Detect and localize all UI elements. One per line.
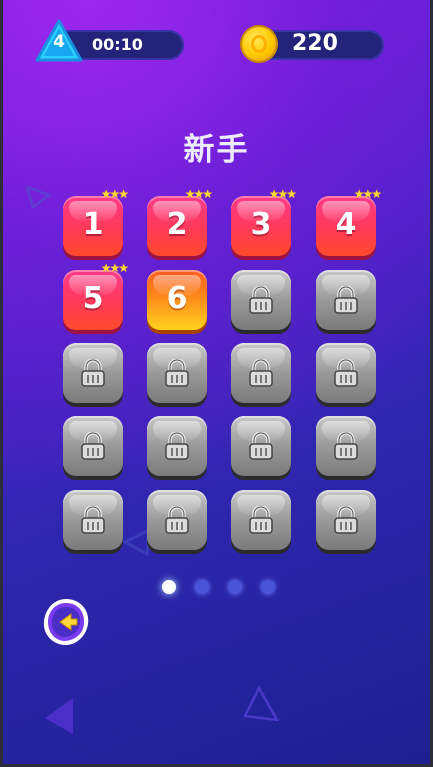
padlock-icon: [334, 506, 358, 534]
level-number-label: 5: [82, 281, 104, 316]
level-tile-5[interactable]: 5 ★★★: [63, 261, 129, 330]
level-tile-12: [316, 343, 376, 403]
timer: 00:10: [92, 35, 143, 54]
padlock-icon: [334, 359, 358, 387]
level-tile-15: [231, 416, 291, 476]
level-tile-7: [231, 270, 291, 330]
coin-count: 220: [292, 31, 338, 56]
level-tile-3[interactable]: 3 ★★★: [231, 187, 297, 256]
level-tile-11: [231, 343, 291, 403]
padlock-icon: [165, 506, 189, 534]
level-tile-4[interactable]: 4 ★★★: [316, 187, 382, 256]
star-rating-icon: ★★★: [353, 187, 382, 201]
level-tile-1[interactable]: 1 ★★★: [63, 187, 129, 256]
level-tile-10: [147, 343, 207, 403]
padlock-icon: [81, 432, 105, 460]
page-dot-2[interactable]: [195, 580, 209, 594]
level-tile-9: [63, 343, 123, 403]
padlock-icon: [81, 506, 105, 534]
level-tile-14: [147, 416, 207, 476]
level-tile-17: [63, 490, 123, 550]
level-number-label: 4: [335, 207, 357, 242]
decor-triangle-icon: [45, 698, 73, 734]
back-button[interactable]: [40, 596, 92, 648]
padlock-icon: [249, 359, 273, 387]
padlock-icon: [81, 359, 105, 387]
star-rating-icon: ★★★: [184, 187, 213, 201]
padlock-icon: [249, 286, 273, 314]
level-number-label: 6: [166, 281, 188, 316]
star-rating-icon: ★★★: [100, 187, 129, 201]
level-number-label: 1: [82, 207, 104, 242]
padlock-icon: [249, 506, 273, 534]
level-tile-2[interactable]: 2 ★★★: [147, 187, 213, 256]
page-dot-3[interactable]: [228, 580, 242, 594]
level-number-label: 3: [250, 207, 272, 242]
coin-icon: [242, 27, 276, 61]
padlock-icon: [334, 286, 358, 314]
page-dot-4[interactable]: [261, 580, 275, 594]
star-rating-icon: ★★★: [100, 261, 129, 275]
level-tile-13: [63, 416, 123, 476]
decor-triangle-icon: [25, 185, 51, 210]
level-tile-18: [147, 490, 207, 550]
padlock-icon: [334, 432, 358, 460]
level-number: 4: [53, 32, 65, 52]
padlock-icon: [249, 432, 273, 460]
level-tile-20: [316, 490, 376, 550]
page-dot-1[interactable]: [162, 580, 176, 594]
level-tile-6[interactable]: 6: [147, 270, 207, 330]
page-title: 新手: [183, 132, 250, 168]
level-number-label: 2: [166, 207, 188, 242]
star-rating-icon: ★★★: [268, 187, 297, 201]
padlock-icon: [165, 359, 189, 387]
level-tile-19: [231, 490, 291, 550]
level-tile-16: [316, 416, 376, 476]
level-tile-8: [316, 270, 376, 330]
decor-triangle-icon: [243, 686, 280, 722]
padlock-icon: [165, 432, 189, 460]
